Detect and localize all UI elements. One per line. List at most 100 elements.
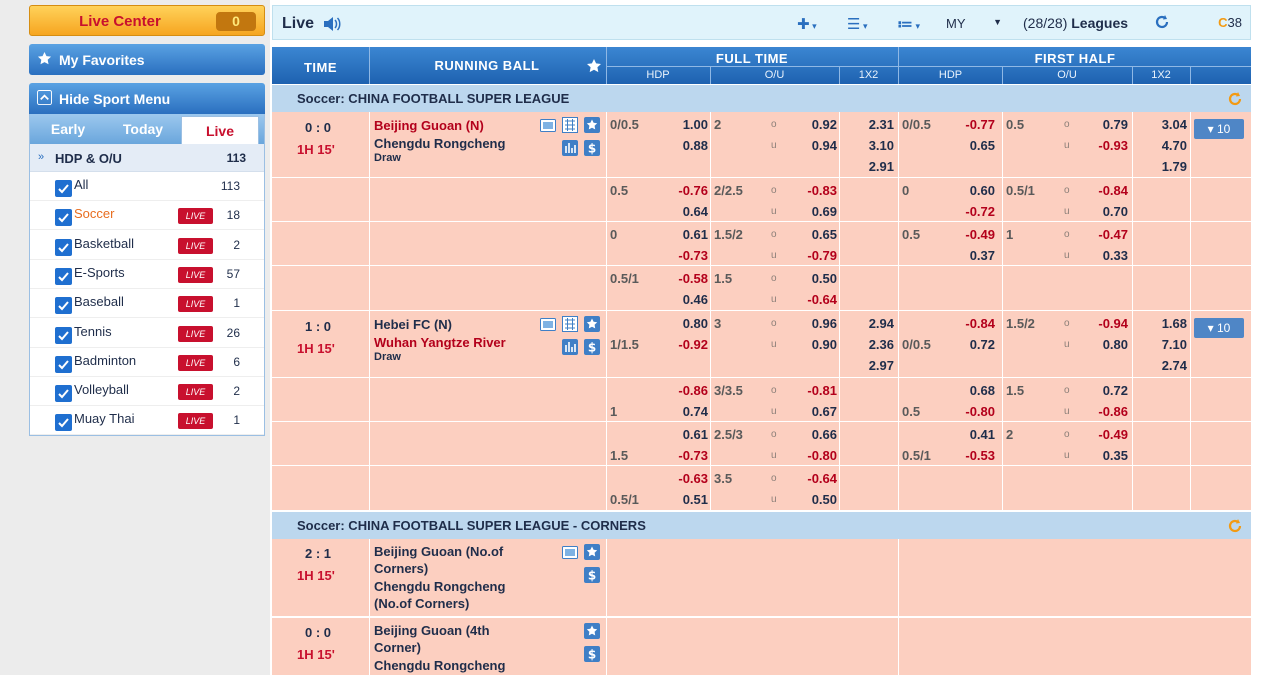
fh-under-odds[interactable]: 0.35 [1103, 448, 1128, 463]
dollar-icon[interactable]: $ [584, 567, 600, 583]
away-team[interactable]: Wuhan Yangtze River [374, 335, 506, 350]
grid-icon[interactable] [562, 117, 578, 133]
ft-hdp-home-odds[interactable]: -0.76 [678, 183, 708, 198]
live-center-button[interactable]: Live Center 0 [29, 5, 265, 36]
sport-item[interactable]: All 113 [30, 172, 264, 201]
fh-under-odds[interactable]: 0.80 [1103, 337, 1128, 352]
away-team[interactable]: Chengdu Rongcheng [374, 658, 505, 673]
ft-1-odds[interactable]: 2.31 [869, 117, 894, 132]
star-icon[interactable] [584, 544, 600, 560]
fh-hdp-away-odds[interactable]: 0.37 [970, 248, 995, 263]
checkbox-checked-icon[interactable] [55, 180, 72, 197]
ft-hdp-away-odds[interactable]: -0.92 [678, 337, 708, 352]
fh-hdp-home-odds[interactable]: -0.49 [965, 227, 995, 242]
tab-live[interactable]: Live [181, 116, 259, 145]
star-add-icon[interactable] [586, 58, 602, 74]
fh-2-odds[interactable]: 2.74 [1162, 358, 1187, 373]
ft-over-odds[interactable]: 0.92 [812, 117, 837, 132]
ft-hdp-away-odds[interactable]: 0.51 [683, 492, 708, 507]
ft-x-odds[interactable]: 3.10 [869, 138, 894, 153]
fh-1-odds[interactable]: 1.68 [1162, 316, 1187, 331]
home-team-suffix[interactable]: Corner) [374, 640, 421, 655]
home-team[interactable]: Beijing Guoan (4th [374, 623, 490, 638]
more-markets-button[interactable]: ▾ 10 [1194, 318, 1244, 338]
ft-x-odds[interactable]: 2.36 [869, 337, 894, 352]
fh-under-odds[interactable]: 0.33 [1103, 248, 1128, 263]
ft-hdp-home-odds[interactable]: -0.58 [678, 271, 708, 286]
fh-hdp-away-odds[interactable]: 0.65 [970, 138, 995, 153]
home-team[interactable]: Beijing Guoan (N) [374, 118, 484, 133]
fh-hdp-home-odds[interactable]: 0.41 [970, 427, 995, 442]
home-team[interactable]: Beijing Guoan (No.of [374, 544, 503, 559]
fh-hdp-home-odds[interactable]: -0.77 [965, 117, 995, 132]
ft-under-odds[interactable]: -0.80 [807, 448, 837, 463]
checkbox-checked-icon[interactable] [55, 297, 72, 315]
fh-under-odds[interactable]: 0.70 [1103, 204, 1128, 219]
stats-icon[interactable] [562, 140, 578, 156]
refresh-icon[interactable] [1154, 14, 1170, 30]
fh-over-odds[interactable]: -0.49 [1098, 427, 1128, 442]
ft-over-odds[interactable]: -0.64 [807, 471, 837, 486]
checkbox-checked-icon[interactable] [55, 238, 72, 256]
fh-x-odds[interactable]: 7.10 [1162, 337, 1187, 352]
list-view-icon[interactable]: ≔ ▾ [897, 15, 920, 33]
checkbox-checked-icon[interactable] [55, 267, 72, 285]
fh-under-odds[interactable]: -0.86 [1098, 404, 1128, 419]
ft-hdp-home-odds[interactable]: -0.63 [678, 471, 708, 486]
grid-icon[interactable] [562, 316, 578, 332]
fh-over-odds[interactable]: -0.84 [1098, 183, 1128, 198]
sport-item[interactable]: E-Sports LIVE 57 [30, 260, 264, 289]
fh-2-odds[interactable]: 1.79 [1162, 159, 1187, 174]
league-header[interactable]: Soccer: CHINA FOOTBALL SUPER LEAGUE [272, 85, 1251, 112]
sort-icon[interactable]: ☰ ▾ [847, 15, 867, 33]
hide-sport-menu-header[interactable]: Hide Sport Menu [29, 83, 265, 114]
ft-hdp-home-odds[interactable]: 0.61 [683, 427, 708, 442]
sport-item[interactable]: Basketball LIVE 2 [30, 231, 264, 260]
tab-today[interactable]: Today [106, 114, 180, 144]
checkbox-checked-icon[interactable] [55, 355, 72, 373]
fh-hdp-away-odds[interactable]: 0.72 [970, 337, 995, 352]
checkbox-checked-icon[interactable] [55, 209, 72, 227]
ft-1-odds[interactable]: 2.94 [869, 316, 894, 331]
ft-2-odds[interactable]: 2.97 [869, 358, 894, 373]
ft-hdp-away-odds[interactable]: -0.73 [678, 448, 708, 463]
fh-1-odds[interactable]: 3.04 [1162, 117, 1187, 132]
ft-under-odds[interactable]: 0.69 [812, 204, 837, 219]
ft-over-odds[interactable]: -0.83 [807, 183, 837, 198]
dollar-icon[interactable]: $ [584, 646, 600, 662]
refresh-timer[interactable]: C38 [1218, 15, 1242, 30]
ft-under-odds[interactable]: -0.64 [807, 292, 837, 307]
odds-type-select[interactable]: MY ▼ [938, 13, 1008, 33]
ft-under-odds[interactable]: 0.94 [812, 138, 837, 153]
ft-hdp-home-odds[interactable]: 0.61 [683, 227, 708, 242]
ft-hdp-home-odds[interactable]: -0.86 [678, 383, 708, 398]
tv-icon[interactable] [540, 316, 556, 332]
ft-hdp-away-odds[interactable]: 0.64 [683, 204, 708, 219]
ft-over-odds[interactable]: 0.66 [812, 427, 837, 442]
sport-item[interactable]: Soccer LIVE 18 [30, 201, 264, 231]
sport-item[interactable]: Volleyball LIVE 2 [30, 377, 264, 407]
fh-under-odds[interactable]: -0.93 [1098, 138, 1128, 153]
fh-hdp-home-odds[interactable]: -0.84 [965, 316, 995, 331]
ft-under-odds[interactable]: 0.67 [812, 404, 837, 419]
fh-x-odds[interactable]: 4.70 [1162, 138, 1187, 153]
more-markets-button[interactable]: ▾ 10 [1194, 119, 1244, 139]
star-icon[interactable] [584, 623, 600, 639]
add-icon[interactable]: ✚ ▾ [797, 15, 817, 33]
tv-icon[interactable] [562, 544, 578, 560]
ft-hdp-away-odds[interactable]: 0.74 [683, 404, 708, 419]
hdp-ou-row[interactable]: » HDP & O/U 113 [30, 144, 264, 172]
fh-hdp-away-odds[interactable]: -0.72 [965, 204, 995, 219]
ft-hdp-home-odds[interactable]: 0.80 [683, 316, 708, 331]
sport-item[interactable]: Badminton LIVE 6 [30, 348, 264, 377]
fh-over-odds[interactable]: 0.79 [1103, 117, 1128, 132]
sport-item[interactable]: Tennis LIVE 26 [30, 319, 264, 348]
sport-item[interactable]: Baseball LIVE 1 [30, 289, 264, 319]
home-team[interactable]: Hebei FC (N) [374, 317, 452, 332]
dollar-icon[interactable]: $ [584, 339, 600, 355]
league-header[interactable]: Soccer: CHINA FOOTBALL SUPER LEAGUE - CO… [272, 512, 1251, 539]
dollar-icon[interactable]: $ [584, 140, 600, 156]
away-team-suffix[interactable]: (No.of Corners) [374, 596, 469, 611]
fh-hdp-home-odds[interactable]: 0.68 [970, 383, 995, 398]
checkbox-checked-icon[interactable] [55, 414, 72, 432]
